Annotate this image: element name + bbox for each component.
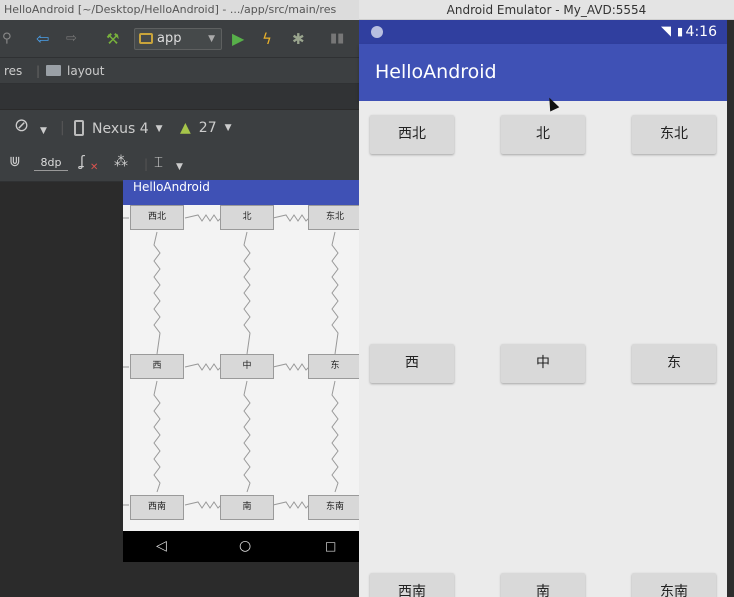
apply-changes-icon[interactable]: ϟ [262,29,272,49]
breadcrumb-item-res[interactable]: res [4,58,22,84]
search-icon[interactable]: ⚲ [2,29,12,49]
button-west[interactable]: 西 [370,344,454,383]
app-content: 西北 北 东北 西 中 东 西南 南 东南 [359,101,727,597]
preview-button-northeast[interactable]: 东北 [308,205,359,230]
orientation-rotate-icon[interactable]: ⊘ [14,117,29,135]
device-selector[interactable]: Nexus 4 ▼ [74,120,163,137]
button-south[interactable]: 南 [501,573,585,597]
preview-button-southwest[interactable]: 西南 [130,495,184,520]
run-configuration-dropdown[interactable]: app ▼ [134,28,222,50]
chevron-down-icon: ▼ [224,123,232,133]
phone-icon [74,120,84,136]
button-southwest[interactable]: 西南 [370,573,454,597]
button-east[interactable]: 东 [632,344,716,383]
magnet-autoconnect-icon[interactable]: ⋓ [9,154,21,170]
button-north[interactable]: 北 [501,115,585,154]
debug-bug-icon[interactable]: ✱ [292,29,305,49]
default-margin-field[interactable]: 8dp [34,155,68,171]
battery-icon: ▮ [676,25,683,38]
build-hammer-icon[interactable]: ⚒ [106,29,119,49]
app-title: HelloAndroid [375,61,497,83]
navigate-back-icon[interactable]: ⇦ [36,29,49,49]
toolbar-separator: | [60,120,65,136]
clear-constraints-icon[interactable]: ʆ [80,154,85,170]
android-studio-window: HelloAndroid [~/Desktop/HelloAndroid] - … [0,0,359,597]
button-center[interactable]: 中 [501,344,585,383]
nav-back-icon: ◁ [156,538,167,554]
emulator-frame-edge [727,20,734,597]
layout-editor-toolbar: ⋓ 8dp ʆ ✕ ⁂ | ⌶ ▼ [0,146,359,182]
preview-app-title: HelloAndroid [133,180,210,194]
preview-canvas: 西北 北 东北 西 中 东 西南 南 东南 [123,205,359,531]
button-northeast[interactable]: 东北 [632,115,716,154]
chevron-down-icon: ▼ [40,126,47,136]
breadcrumb-separator: | [36,64,41,78]
notification-dot-icon [371,26,383,38]
android-emulator-window: Android Emulator - My_AVD:5554 ◥ ▮ 4:16 … [359,0,734,597]
wifi-signal-icon: ◥ [661,24,671,39]
main-toolbar: ⚲ ⇦ ⇨ ⚒ app ▼ ▶ ϟ ✱ ▮▮ [0,20,359,58]
stop-icon[interactable]: ▮▮ [330,29,344,49]
app-bar: HelloAndroid [359,44,727,101]
run-icon[interactable]: ▶ [232,29,244,49]
editor-tab-strip [0,84,359,110]
android-robot-icon: ▲ [180,120,191,136]
folder-icon [46,65,61,76]
preview-button-west[interactable]: 西 [130,354,184,379]
breadcrumb-item-layout[interactable]: layout [46,58,104,84]
preview-navigation-bar: ◁ ○ □ [123,531,359,562]
preview-button-north[interactable]: 北 [220,205,274,230]
button-northwest[interactable]: 西北 [370,115,454,154]
chevron-down-icon: ▼ [155,124,163,134]
status-clock: 4:16 [685,24,717,40]
breadcrumb: res | layout [0,58,359,84]
nav-recents-icon: □ [325,539,337,553]
preview-button-center[interactable]: 中 [220,354,274,379]
button-southeast[interactable]: 东南 [632,573,716,597]
toolbar-separator: | [144,157,149,171]
preview-app-bar: HelloAndroid [123,180,359,205]
preview-button-northwest[interactable]: 西北 [130,205,184,230]
studio-title-bar: HelloAndroid [~/Desktop/HelloAndroid] - … [0,0,359,20]
align-icon[interactable]: ⌶ [154,154,163,170]
run-configuration-label: app [157,31,182,46]
preview-button-south[interactable]: 南 [220,495,274,520]
clear-x-icon: ✕ [90,162,99,173]
chevron-down-icon: ▼ [208,34,215,44]
preview-button-southeast[interactable]: 东南 [308,495,359,520]
nav-home-icon: ○ [239,538,252,554]
preview-button-east[interactable]: 东 [308,354,359,379]
navigate-forward-icon[interactable]: ⇨ [66,29,77,49]
android-module-icon [139,33,153,44]
emulator-title-bar: Android Emulator - My_AVD:5554 [359,0,734,20]
chevron-down-icon: ▼ [176,162,183,172]
api-level-selector[interactable]: ▲ 27 ▼ [180,120,232,136]
layout-preview: HelloAndroid 西北 北 东北 西 中 东 西南 南 东南 ◁ ○ □ [123,180,359,562]
status-bar: ◥ ▮ 4:16 [359,20,727,44]
infer-constraints-wand-icon[interactable]: ⁂ [114,154,128,170]
design-toolbar: ⊘ ▼ | Nexus 4 ▼ ▲ 27 ▼ [0,110,359,146]
